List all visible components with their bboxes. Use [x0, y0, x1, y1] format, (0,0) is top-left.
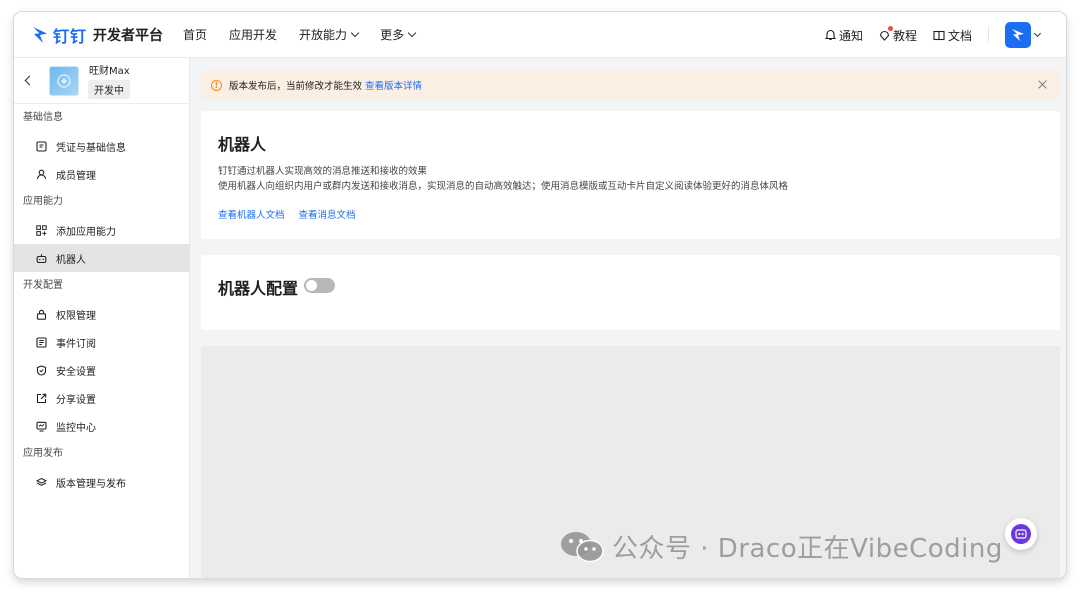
watermark: 公众号 · Draco正在VibeCoding — [560, 528, 1003, 565]
unread-dot — [887, 25, 893, 31]
lock-icon — [36, 309, 47, 320]
main-menu: 首页 应用开发 开放能力 更多 — [183, 26, 437, 43]
docs-label: 文档 — [947, 28, 972, 43]
robot-config-toggle[interactable] — [304, 278, 336, 293]
shield-icon — [36, 364, 47, 376]
doc-links: 查看机器人文档 查看消息文档 — [218, 207, 1043, 221]
robot-docs-link[interactable]: 查看机器人文档 — [218, 210, 285, 221]
top-navbar: 钉钉 开发者平台 首页 应用开发 开放能力 更多 通知 教程 文档 — [14, 12, 1066, 58]
dingtalk-avatar-icon — [1012, 29, 1024, 41]
user-icon — [36, 169, 47, 179]
menu-open-capabilities[interactable]: 开放能力 — [299, 26, 360, 43]
version-alert: ! 版本发布后，当前修改才能生效 查看版本详情 — [201, 70, 1060, 100]
notifications-label: 通知 — [838, 28, 863, 43]
bell-icon — [824, 29, 836, 41]
app-logo-icon — [57, 73, 71, 88]
sidebar-item-permissions[interactable]: 权限管理 — [14, 300, 189, 328]
menu-more[interactable]: 更多 — [380, 26, 417, 43]
sidebar-item-versions[interactable]: 版本管理与发布 — [14, 468, 189, 496]
app-card: 旺财Max 开发中 — [14, 58, 189, 104]
sidebar: 旺财Max 开发中 基础信息 凭证与基础信息 成员管理 应用能力 添加应用能力 … — [14, 58, 190, 578]
watermark-text: 公众号 · Draco正在VibeCoding — [612, 534, 1003, 564]
message-docs-link[interactable]: 查看消息文档 — [299, 210, 356, 221]
menu-more-label: 更多 — [380, 28, 405, 42]
chevron-down-icon — [350, 28, 360, 37]
user-menu-button[interactable] — [1005, 22, 1042, 48]
sidebar-item-events[interactable]: 事件订阅 — [14, 328, 189, 356]
event-icon — [36, 336, 47, 348]
robot-description: 钉钉通过机器人实现高效的消息推送和接收的效果 使用机器人向组织内用户或群内发送和… — [218, 164, 1043, 194]
sidebar-item-label: 成员管理 — [56, 170, 96, 182]
notifications-button[interactable]: 通知 — [824, 27, 863, 44]
tutorial-icon — [879, 30, 890, 41]
group-app-release: 应用发布 — [23, 448, 63, 459]
group-basic-info: 基础信息 — [23, 112, 63, 123]
sidebar-item-label: 分享设置 — [56, 394, 96, 406]
avatar — [1005, 22, 1031, 48]
sidebar-item-label: 凭证与基础信息 — [56, 142, 126, 154]
app-status-badge: 开发中 — [88, 80, 130, 99]
tutorial-button[interactable]: 教程 — [879, 25, 917, 44]
credential-icon — [36, 140, 47, 152]
brand-name: 钉钉 — [53, 26, 88, 46]
main-content: ! 版本发布后，当前修改才能生效 查看版本详情 机器人 钉钉通过机器人实现高效的… — [201, 70, 1060, 578]
app-meta: 旺财Max 开发中 — [88, 62, 130, 99]
menu-app-dev[interactable]: 应用开发 — [229, 26, 277, 43]
grid-add-icon — [36, 224, 47, 236]
robot-icon — [36, 253, 47, 263]
sidebar-item-credentials[interactable]: 凭证与基础信息 — [14, 132, 189, 160]
app-icon — [49, 65, 79, 96]
brand-title: 开发者平台 — [93, 27, 164, 44]
book-icon — [933, 30, 945, 40]
alert-text: 版本发布后，当前修改才能生效 — [229, 81, 363, 92]
sidebar-item-label: 版本管理与发布 — [56, 478, 126, 490]
menu-home-label: 首页 — [183, 28, 208, 42]
tutorial-label: 教程 — [892, 28, 917, 43]
header-divider — [988, 27, 989, 43]
sidebar-item-label: 权限管理 — [56, 310, 96, 322]
layers-icon — [36, 477, 47, 486]
chevron-down-icon — [407, 28, 417, 37]
robot-description-line-1: 钉钉通过机器人实现高效的消息推送和接收的效果 — [218, 166, 428, 177]
assistant-face-icon — [1015, 529, 1027, 539]
version-details-link[interactable]: 查看版本详情 — [365, 78, 422, 92]
close-icon[interactable] — [1037, 79, 1048, 90]
menu-open-capabilities-label: 开放能力 — [299, 28, 348, 42]
wechat-icon — [561, 531, 604, 562]
docs-button[interactable]: 文档 — [933, 27, 972, 44]
sidebar-item-label: 安全设置 — [56, 366, 96, 378]
app-window: 钉钉 开发者平台 首页 应用开发 开放能力 更多 通知 教程 文档 旺财Max … — [14, 12, 1066, 578]
sidebar-item-label: 监控中心 — [56, 422, 96, 434]
menu-app-dev-label: 应用开发 — [229, 28, 278, 42]
sidebar-item-label: 事件订阅 — [56, 338, 96, 350]
sidebar-item-add-capability[interactable]: 添加应用能力 — [14, 216, 189, 244]
robot-description-line-2: 使用机器人向组织内用户或群内发送和接收消息，实现消息的自动高效触达；使用消息模版… — [218, 181, 789, 192]
robot-intro-card: 机器人 钉钉通过机器人实现高效的消息推送和接收的效果 使用机器人向组织内用户或群… — [201, 111, 1060, 239]
sidebar-item-monitor[interactable]: 监控中心 — [14, 412, 189, 440]
app-name: 旺财Max — [89, 66, 130, 77]
brand[interactable]: 钉钉 开发者平台 — [32, 23, 163, 47]
robot-config-title: 机器人配置 — [218, 279, 299, 298]
page-title: 机器人 — [218, 135, 267, 154]
sidebar-item-label: 机器人 — [56, 254, 86, 266]
menu-home[interactable]: 首页 — [183, 26, 207, 43]
group-app-capabilities: 应用能力 — [23, 196, 63, 207]
warning-icon: ! — [211, 79, 222, 91]
assistant-icon — [1011, 524, 1031, 544]
sidebar-item-share[interactable]: 分享设置 — [14, 384, 189, 412]
group-dev-config: 开发配置 — [23, 280, 63, 291]
assistant-button[interactable] — [1005, 518, 1037, 550]
back-arrow-icon[interactable] — [24, 75, 35, 86]
share-icon — [36, 393, 47, 403]
sidebar-item-label: 添加应用能力 — [56, 226, 116, 238]
chevron-down-icon — [1033, 29, 1042, 37]
sidebar-item-security[interactable]: 安全设置 — [14, 356, 189, 384]
robot-config-card: 机器人配置 — [201, 255, 1060, 330]
monitor-icon — [36, 421, 47, 432]
dingtalk-logo-icon — [33, 26, 47, 43]
sidebar-item-members[interactable]: 成员管理 — [14, 160, 189, 188]
sidebar-item-robot[interactable]: 机器人 — [14, 244, 189, 272]
header-tools: 通知 教程 文档 — [809, 12, 1042, 58]
